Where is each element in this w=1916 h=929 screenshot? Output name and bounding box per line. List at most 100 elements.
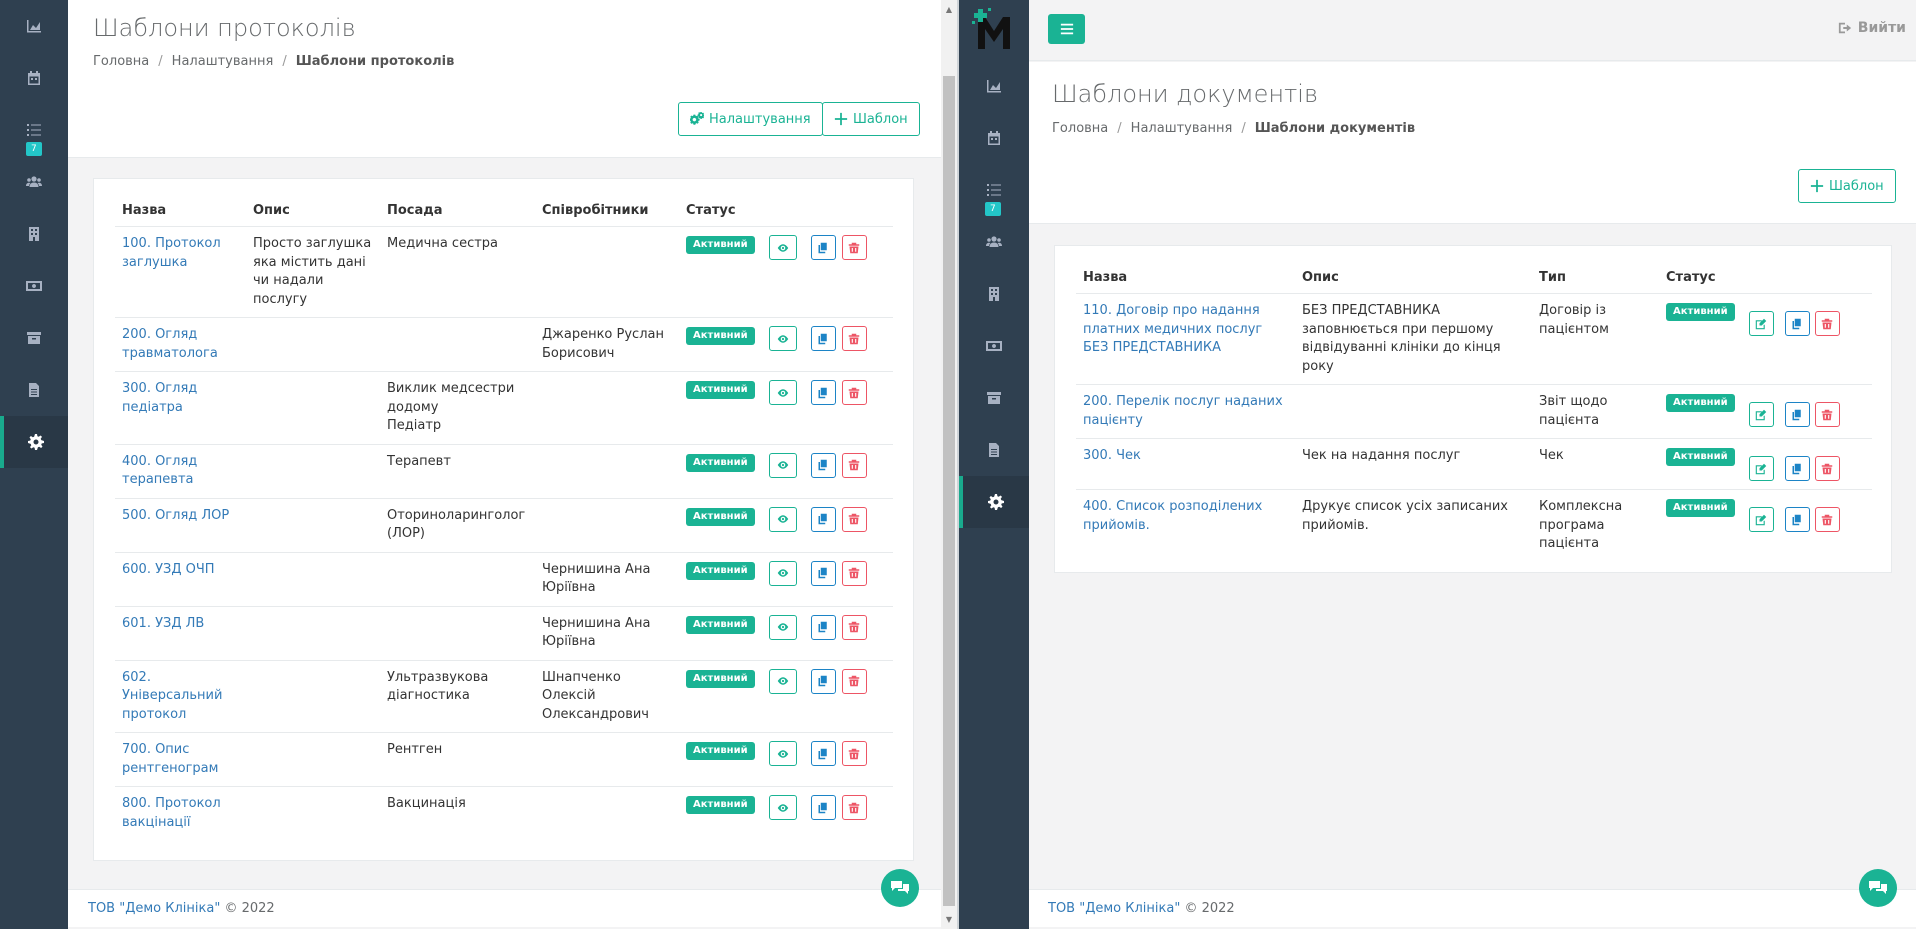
delete-button[interactable] — [1814, 311, 1840, 336]
view-button[interactable] — [768, 452, 797, 478]
delete-button[interactable] — [841, 380, 867, 405]
delete-button[interactable] — [1814, 456, 1840, 481]
logout-link[interactable]: Вийти — [1838, 20, 1906, 36]
delete-button[interactable] — [841, 235, 867, 260]
template-link[interactable]: 200. Огляд травматолога — [122, 327, 218, 361]
copy-button[interactable] — [810, 326, 836, 351]
breadcrumb-home[interactable]: Головна — [1052, 121, 1108, 136]
view-button[interactable] — [768, 235, 797, 260]
footer-company-link[interactable]: ТОВ "Демо Клініка" — [1048, 901, 1180, 916]
sidebar-item-documents[interactable] — [0, 364, 68, 416]
copy-button[interactable] — [1784, 456, 1810, 481]
template-link[interactable]: 500. Огляд ЛОР — [122, 508, 229, 523]
copy-button[interactable] — [810, 235, 836, 260]
sidebar-item-users[interactable] — [959, 216, 1029, 268]
chat-button[interactable] — [881, 869, 919, 907]
scrollbar[interactable]: ▲ ▼ — [941, 0, 957, 929]
app-logo[interactable] — [959, 0, 1029, 60]
breadcrumb-settings[interactable]: Налаштування — [172, 54, 274, 69]
template-link[interactable]: 400. Огляд терапевта — [122, 454, 197, 488]
add-template-button[interactable]: Шаблон — [1798, 169, 1896, 203]
copy-button[interactable] — [810, 380, 836, 405]
template-link[interactable]: 110. Договір про надання платних медични… — [1083, 303, 1262, 355]
copy-button[interactable] — [1784, 311, 1810, 336]
edit-button[interactable] — [1748, 456, 1774, 481]
copy-button[interactable] — [810, 506, 836, 532]
copy-button[interactable] — [810, 795, 836, 820]
sidebar-item-documents[interactable] — [959, 424, 1029, 476]
sidebar-item-users[interactable] — [0, 156, 68, 208]
template-link[interactable]: 602. Універсальний протокол — [122, 670, 222, 722]
sidebar-item-money[interactable] — [0, 260, 68, 312]
sidebar-item-dashboard[interactable] — [959, 60, 1029, 112]
sidebar-item-list[interactable]: 7 — [959, 164, 1029, 216]
edit-button[interactable] — [1748, 402, 1774, 427]
edit-button[interactable] — [1748, 311, 1774, 336]
view-button[interactable] — [768, 560, 797, 586]
view-button[interactable] — [768, 326, 797, 351]
sidebar-item-building[interactable] — [0, 208, 68, 260]
view-button[interactable] — [768, 795, 797, 820]
copy-button[interactable] — [810, 614, 836, 640]
delete-button[interactable] — [841, 614, 867, 640]
view-button[interactable] — [768, 506, 797, 532]
view-button[interactable] — [768, 668, 797, 694]
delete-button[interactable] — [841, 560, 867, 586]
sidebar-item-archive[interactable] — [0, 312, 68, 364]
table-row: 700. Опис рентгенограм Рентген Активний — [115, 732, 893, 787]
edit-button[interactable] — [1748, 507, 1774, 532]
delete-button[interactable] — [841, 668, 867, 694]
scroll-up-arrow[interactable]: ▲ — [941, 2, 957, 16]
copy-button[interactable] — [810, 452, 836, 478]
template-link[interactable]: 400. Список розподілених прийомів. — [1083, 499, 1262, 533]
copy-button[interactable] — [1784, 402, 1810, 427]
view-button[interactable] — [768, 741, 797, 766]
copy-button[interactable] — [810, 741, 836, 766]
breadcrumb-settings[interactable]: Налаштування — [1131, 121, 1233, 136]
delete-button[interactable] — [841, 506, 867, 532]
col-status: Статус — [679, 196, 762, 227]
template-link[interactable]: 700. Опис рентгенограм — [122, 742, 218, 776]
delete-button[interactable] — [1814, 507, 1840, 532]
cell-status: Активний — [679, 605, 762, 660]
menu-toggle-button[interactable] — [1048, 14, 1085, 44]
delete-button[interactable] — [1814, 402, 1840, 427]
scrollbar-thumb[interactable] — [943, 76, 955, 906]
template-link[interactable]: 200. Перелік послуг наданих пацієнту — [1083, 394, 1283, 428]
template-link[interactable]: 800. Протокол вакцінації — [122, 796, 221, 830]
delete-button[interactable] — [841, 741, 867, 766]
view-button[interactable] — [768, 614, 797, 640]
template-link[interactable]: 300. Огляд педіатра — [122, 381, 197, 415]
copy-icon — [1792, 463, 1801, 474]
chat-button[interactable] — [1859, 869, 1897, 907]
delete-button[interactable] — [841, 452, 867, 478]
sidebar-item-building[interactable] — [959, 268, 1029, 320]
sidebar-item-settings[interactable] — [959, 476, 1029, 528]
eye-icon — [777, 803, 788, 812]
sidebar-item-calendar[interactable] — [959, 112, 1029, 164]
delete-button[interactable] — [841, 326, 867, 351]
copy-button[interactable] — [810, 560, 836, 586]
building-icon — [29, 227, 39, 241]
sidebar-item-calendar[interactable] — [0, 52, 68, 104]
sidebar-item-list[interactable]: 7 — [0, 104, 68, 156]
delete-button[interactable] — [841, 795, 867, 820]
page-heading: Шаблони протоколів Головна / Налаштування /… — [68, 0, 941, 158]
sidebar-item-archive[interactable] — [959, 372, 1029, 424]
col-employees: Співробітники — [535, 196, 679, 227]
sidebar-item-dashboard[interactable] — [0, 0, 68, 52]
breadcrumb-home[interactable]: Головна — [93, 54, 149, 69]
template-link[interactable]: 300. Чек — [1083, 448, 1141, 463]
template-link[interactable]: 100. Протокол заглушка — [122, 236, 221, 270]
settings-button[interactable]: Налаштування — [678, 102, 823, 136]
copy-button[interactable] — [810, 668, 836, 694]
template-link[interactable]: 601. УЗД ЛВ — [122, 616, 204, 631]
add-template-button[interactable]: Шаблон — [822, 102, 920, 136]
sidebar-item-money[interactable] — [959, 320, 1029, 372]
sidebar-item-settings[interactable] — [0, 416, 68, 468]
view-button[interactable] — [768, 380, 797, 405]
template-link[interactable]: 600. УЗД ОЧП — [122, 562, 215, 577]
copy-button[interactable] — [1784, 507, 1810, 532]
scroll-down-arrow[interactable]: ▼ — [941, 912, 957, 926]
footer-company-link[interactable]: ТОВ "Демо Клініка" — [88, 901, 220, 916]
